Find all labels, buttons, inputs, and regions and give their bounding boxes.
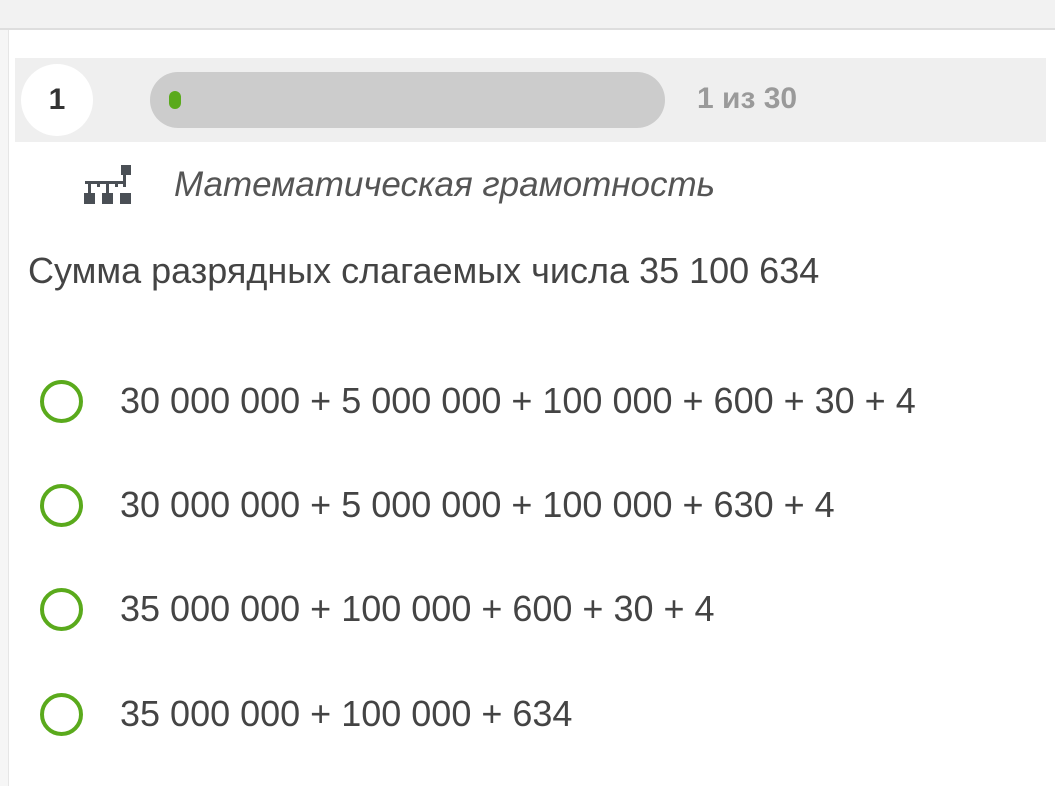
left-edge [0,30,9,786]
answer-option[interactable]: 35 000 000 + 100 000 + 634 [40,683,572,745]
answer-option-label: 30 000 000 + 5 000 000 + 100 000 + 630 +… [120,484,835,525]
answer-option-label: 30 000 000 + 5 000 000 + 100 000 + 600 +… [120,380,916,421]
answer-option-label: 35 000 000 + 100 000 + 600 + 30 + 4 [120,588,715,629]
answer-option-label: 35 000 000 + 100 000 + 634 [120,693,573,734]
answer-option[interactable]: 30 000 000 + 5 000 000 + 100 000 + 600 +… [40,370,916,432]
radio-button[interactable] [40,587,83,631]
top-bar [0,0,1055,30]
hierarchy-icon [84,165,131,204]
radio-button[interactable] [40,692,83,736]
progress-bar-fill [169,91,181,109]
question-number-badge[interactable]: 1 [21,64,93,136]
question-text: Сумма разрядных слагаемых числа 35 100 6… [28,250,820,291]
question-number: 1 [48,83,66,116]
progress-bar [150,72,665,128]
subject-row: Математическая грамотность [82,160,715,210]
radio-button[interactable] [40,483,83,527]
progress-row: 1 1 из 30 [15,58,1046,142]
answer-option[interactable]: 30 000 000 + 5 000 000 + 100 000 + 630 +… [40,474,835,536]
progress-counter: 1 из 30 [697,82,798,115]
answer-option[interactable]: 35 000 000 + 100 000 + 600 + 30 + 4 [40,578,715,640]
radio-button[interactable] [40,379,83,423]
subject-label: Математическая грамотность [174,165,716,204]
